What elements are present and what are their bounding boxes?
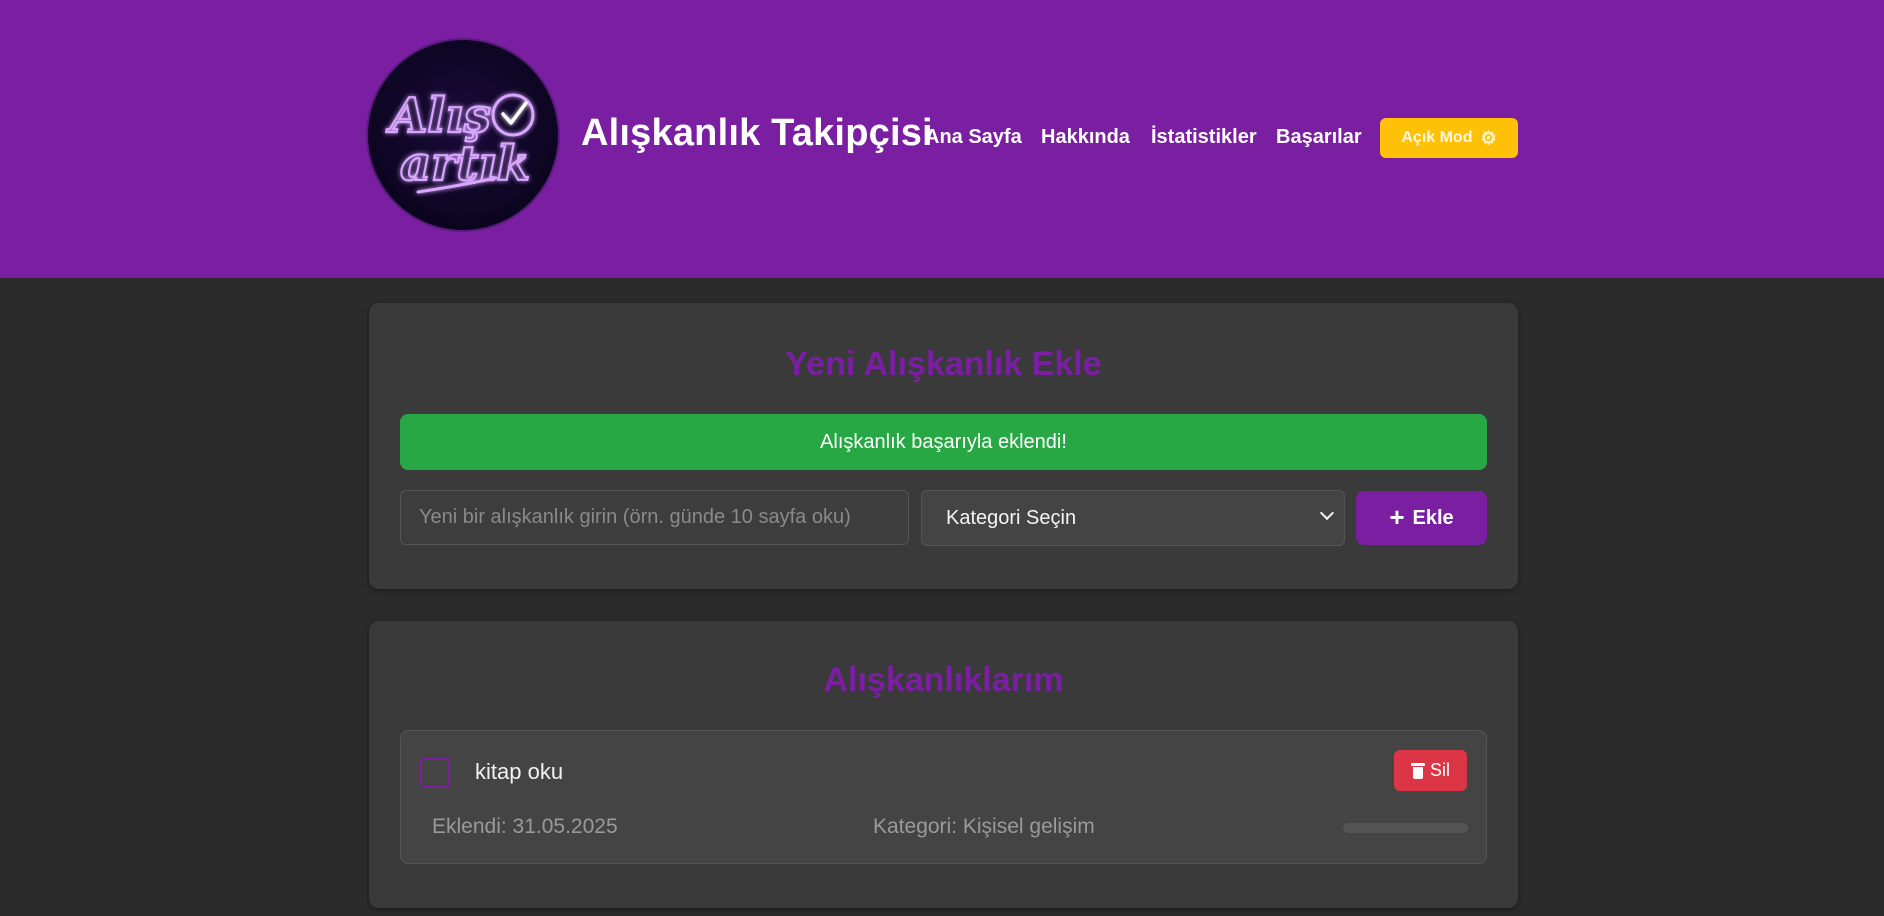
category-select[interactable]: Kategori Seçin bbox=[921, 490, 1345, 546]
nav-statistics[interactable]: İstatistikler bbox=[1151, 126, 1257, 149]
app-title: Alışkanlık Takipçisi bbox=[581, 112, 933, 154]
chevron-down-icon bbox=[1319, 505, 1335, 521]
add-habit-button-label: Ekle bbox=[1412, 506, 1454, 529]
app-logo[interactable]: Alış artık bbox=[368, 40, 558, 230]
habit-name-input[interactable] bbox=[400, 490, 909, 545]
habit-list-item: kitap oku Sil Eklendi: 31.05.2025 Katego… bbox=[400, 730, 1487, 864]
habit-added-date: Eklendi: 31.05.2025 bbox=[432, 815, 618, 838]
habits-card: Alışkanlıklarım kitap oku Sil Eklendi: 3… bbox=[369, 621, 1518, 908]
trash-icon bbox=[1410, 762, 1425, 779]
theme-toggle-button[interactable]: Açık Mod ⚙ bbox=[1380, 118, 1518, 158]
success-alert: Alışkanlık başarıyla eklendi! bbox=[400, 414, 1487, 470]
category-select-value: Kategori Seçin bbox=[946, 506, 1077, 529]
plus-icon: + bbox=[1389, 502, 1405, 532]
habit-name: kitap oku bbox=[475, 759, 564, 784]
add-habit-title: Yeni Alışkanlık Ekle bbox=[785, 345, 1102, 383]
habit-complete-checkbox[interactable] bbox=[420, 758, 450, 788]
logo-image: Alış artık bbox=[385, 87, 535, 194]
nav-about[interactable]: Hakkında bbox=[1041, 126, 1130, 149]
theme-toggle-label: Açık Mod bbox=[1401, 129, 1473, 146]
gear-icon: ⚙ bbox=[1480, 127, 1497, 148]
nav-home[interactable]: Ana Sayfa bbox=[925, 126, 1022, 149]
site-header: Alış artık Alışkanlık Takipçisi Ana Sayf… bbox=[0, 0, 1884, 278]
nav-achievements[interactable]: Başarılar bbox=[1276, 126, 1362, 149]
habits-title: Alışkanlıklarım bbox=[823, 661, 1064, 699]
habit-progress-bar bbox=[1343, 823, 1468, 833]
delete-habit-label: Sil bbox=[1429, 760, 1450, 780]
habit-category: Kategori: Kişisel gelişim bbox=[873, 815, 1095, 838]
add-habit-card: Yeni Alışkanlık Ekle Alışkanlık başarıyl… bbox=[369, 303, 1518, 589]
add-habit-button[interactable]: + Ekle bbox=[1356, 491, 1487, 545]
delete-habit-button[interactable]: Sil bbox=[1394, 750, 1467, 791]
